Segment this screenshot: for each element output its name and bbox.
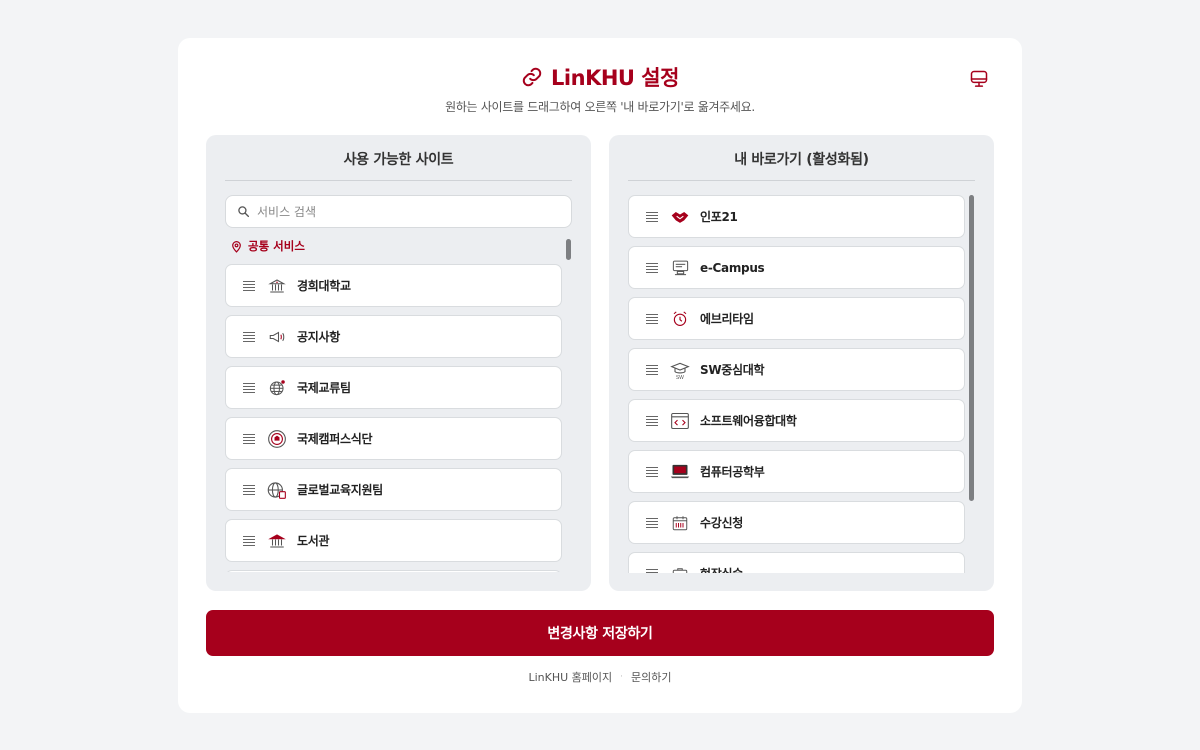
drag-handle-icon[interactable] [243, 433, 255, 444]
shortcut-label: 현장실습 [700, 565, 743, 573]
drag-handle-icon[interactable] [243, 280, 255, 291]
location-pin-icon [230, 240, 243, 253]
svg-text:SW: SW [676, 375, 684, 380]
shortcut-item-field-practice[interactable]: 현장실습 [628, 552, 965, 573]
footer: LinKHU 홈페이지 · 문의하기 [178, 669, 1022, 685]
library-building-icon [267, 531, 287, 551]
section-label: 공통 서비스 [248, 239, 305, 253]
drag-handle-icon[interactable] [646, 364, 658, 375]
shortcut-item-info21[interactable]: 인포21 [628, 195, 965, 238]
laptop-icon [670, 462, 690, 482]
header: LinKHU 설정 원하는 사이트를 드래그하여 오른쪽 '내 바로가기'로 옮… [178, 62, 1022, 115]
search-box[interactable] [225, 195, 572, 228]
shortcut-label: 에브리타임 [700, 312, 754, 326]
link-icon [521, 66, 543, 88]
university-building-icon [267, 276, 287, 296]
drag-handle-icon[interactable] [243, 535, 255, 546]
monitor-icon[interactable] [968, 68, 990, 90]
save-changes-button[interactable]: 변경사항 저장하기 [206, 610, 994, 656]
globe-icon [267, 378, 287, 398]
drag-handle-icon[interactable] [646, 415, 658, 426]
code-window-icon [670, 411, 690, 431]
site-item-global-edu[interactable]: 글로벌교육지원팀 [225, 468, 562, 511]
my-shortcuts-list: 인포21 e-Campus 에브리타임 SW SW중심대학 소프트웨어융합대학 … [628, 195, 965, 573]
drag-handle-icon[interactable] [646, 517, 658, 528]
shortcuts-scrollbar[interactable] [969, 195, 974, 501]
drag-handle-icon[interactable] [646, 211, 658, 222]
site-item-campus-menu[interactable]: 국제캠퍼스식단 [225, 417, 562, 460]
site-label: 도서관 [297, 534, 330, 548]
calendar-icon [670, 513, 690, 533]
site-item-library[interactable]: 도서관 [225, 519, 562, 562]
shortcut-label: e-Campus [700, 260, 765, 275]
homepage-link[interactable]: LinKHU 홈페이지 [528, 669, 612, 685]
drag-handle-icon[interactable] [646, 568, 658, 574]
site-label: 공지사항 [297, 330, 340, 344]
site-item-partial[interactable] [225, 570, 562, 572]
drag-handle-icon[interactable] [243, 331, 255, 342]
search-input[interactable] [257, 204, 557, 219]
e-campus-monitor-icon [670, 258, 690, 278]
drag-handle-icon[interactable] [646, 313, 658, 324]
shortcut-item-registration[interactable]: 수강신청 [628, 501, 965, 544]
my-shortcuts-panel: 내 바로가기 (활성화됨) 인포21 e-Campus 에브리타임 SW SW중… [609, 135, 994, 591]
shortcut-label: 컴퓨터공학부 [700, 465, 765, 479]
available-sites-panel: 사용 가능한 사이트 공통 서비스 [206, 135, 591, 591]
shortcut-item-cse[interactable]: 컴퓨터공학부 [628, 450, 965, 493]
available-scrollbar[interactable] [566, 239, 571, 260]
my-shortcuts-title: 내 바로가기 (활성화됨) [628, 147, 975, 181]
shortcut-item-everytime[interactable]: 에브리타임 [628, 297, 965, 340]
drag-handle-icon[interactable] [243, 484, 255, 495]
settings-card: LinKHU 설정 원하는 사이트를 드래그하여 오른쪽 '내 바로가기'로 옮… [178, 38, 1022, 713]
shortcut-item-ecampus[interactable]: e-Campus [628, 246, 965, 289]
page-subtitle: 원하는 사이트를 드래그하여 오른쪽 '내 바로가기'로 옮겨주세요. [445, 100, 755, 114]
site-item-notice[interactable]: 공지사항 [225, 315, 562, 358]
available-sites-title: 사용 가능한 사이트 [225, 147, 572, 181]
footer-separator: · [620, 672, 624, 682]
drag-handle-icon[interactable] [243, 382, 255, 393]
drag-handle-icon[interactable] [646, 262, 658, 273]
contact-link[interactable]: 문의하기 [631, 669, 671, 685]
shortcut-item-sw-univ[interactable]: SW SW중심대학 [628, 348, 965, 391]
handshake-icon [670, 207, 690, 227]
title-row: LinKHU 설정 [178, 62, 1022, 92]
globe-document-icon [267, 480, 287, 500]
shortcut-label: 소프트웨어융합대학 [700, 414, 797, 428]
alarm-clock-icon [670, 309, 690, 329]
briefcase-icon [670, 564, 690, 573]
site-item-kyunghee[interactable]: 경희대학교 [225, 264, 562, 307]
section-common-services: 공통 서비스 [230, 238, 305, 254]
available-sites-list: 경희대학교 공지사항 국제교류팀 국제캠퍼스식단 글로벌교육지원팀 도서관 [225, 264, 562, 572]
shortcut-label: 인포21 [700, 210, 738, 224]
megaphone-icon [267, 327, 287, 347]
site-label: 국제캠퍼스식단 [297, 432, 373, 446]
campus-emblem-icon [267, 429, 287, 449]
site-label: 글로벌교육지원팀 [297, 483, 383, 497]
shortcut-label: 수강신청 [700, 516, 743, 530]
drag-handle-icon[interactable] [646, 466, 658, 477]
shortcut-label: SW중심대학 [700, 363, 765, 377]
page-title: LinKHU 설정 [551, 66, 679, 90]
site-label: 경희대학교 [297, 279, 351, 293]
search-icon [237, 205, 250, 218]
graduation-cap-icon: SW [670, 360, 690, 380]
shortcut-item-sw-convergence[interactable]: 소프트웨어융합대학 [628, 399, 965, 442]
site-label: 국제교류팀 [297, 381, 351, 395]
site-item-intl-exchange[interactable]: 국제교류팀 [225, 366, 562, 409]
